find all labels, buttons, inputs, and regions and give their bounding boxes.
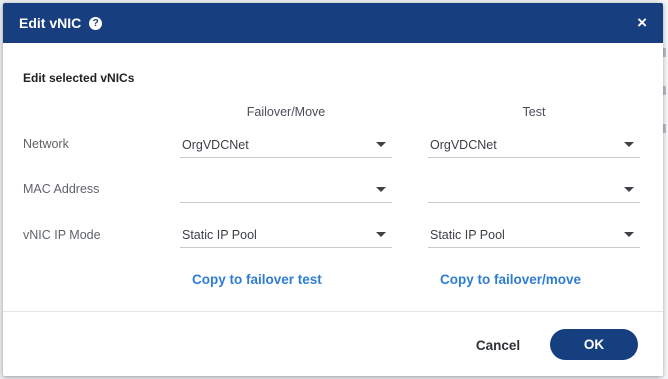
help-icon[interactable]: ?: [89, 16, 103, 30]
column-header-failover: Failover/Move: [246, 105, 326, 119]
chevron-down-icon: [376, 232, 386, 237]
column-header-test: Test: [522, 105, 546, 119]
ip-mode-failover-select[interactable]: Static IP Pool: [180, 222, 392, 248]
mac-address-failover-select[interactable]: [180, 177, 392, 203]
ip-mode-test-select[interactable]: Static IP Pool: [428, 222, 640, 248]
select-value: Static IP Pool: [430, 227, 505, 242]
dialog-title: Edit vNIC: [19, 15, 82, 31]
ok-button[interactable]: OK: [550, 329, 638, 360]
mac-address-label: MAC Address: [23, 182, 100, 196]
copy-to-failover-test-link[interactable]: Copy to failover test: [192, 272, 322, 287]
select-value: Static IP Pool: [182, 227, 257, 242]
chevron-down-icon: [624, 232, 634, 237]
chevron-down-icon: [624, 142, 634, 147]
chevron-down-icon: [376, 187, 386, 192]
edit-vnic-dialog: Edit vNIC ? × Edit selected vNICs Failov…: [3, 3, 663, 376]
select-value: OrgVDCNet: [430, 137, 497, 152]
section-title: Edit selected vNICs: [23, 71, 135, 85]
network-test-select[interactable]: OrgVDCNet: [428, 132, 640, 158]
mac-address-test-select[interactable]: [428, 177, 640, 203]
select-value: OrgVDCNet: [182, 137, 249, 152]
chevron-down-icon: [624, 187, 634, 192]
cancel-button[interactable]: Cancel: [469, 330, 527, 360]
footer-divider: [3, 311, 663, 312]
copy-to-failover-move-link[interactable]: Copy to failover/move: [440, 272, 581, 287]
chevron-down-icon: [376, 142, 386, 147]
dialog-header: Edit vNIC ? ×: [3, 3, 663, 43]
close-icon[interactable]: ×: [637, 14, 647, 32]
network-failover-select[interactable]: OrgVDCNet: [180, 132, 392, 158]
network-label: Network: [23, 137, 69, 151]
ip-mode-label: vNIC IP Mode: [23, 228, 101, 242]
